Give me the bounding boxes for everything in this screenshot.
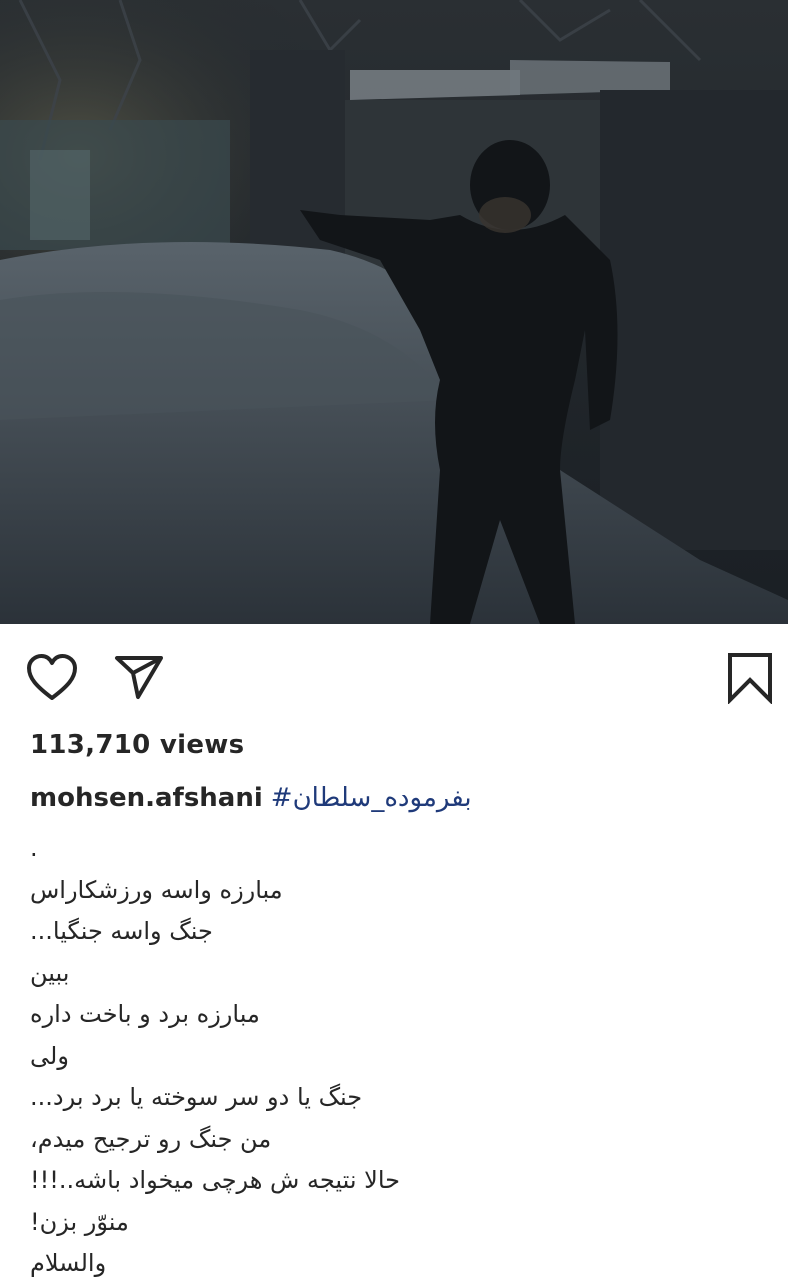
save-button[interactable] [726, 652, 774, 705]
post-video[interactable] [0, 0, 788, 624]
caption-body: . مبارزه واسه ورزشکاراس جنگ واسه جنگیا..… [30, 828, 770, 1285]
paper-plane-icon [115, 656, 163, 699]
bookmark-icon [728, 653, 772, 705]
heart-icon [27, 654, 77, 700]
caption-line: مبارزه برد و باخت داره [30, 1000, 260, 1028]
username-link[interactable]: mohsen.afshani [30, 783, 263, 813]
caption-line: مبارزه واسه ورزشکاراس [30, 875, 283, 904]
caption-line: ببین [30, 958, 70, 987]
hashtag-link[interactable]: #بفرموده_سلطان [271, 783, 472, 813]
caption-line: والسلام [30, 1249, 107, 1277]
views-count[interactable]: 113,710 views [30, 730, 244, 760]
caption-line: . [30, 834, 38, 862]
share-button[interactable] [114, 654, 164, 700]
caption-line: حالا نتیجه ش هرچی میخواد باشه..!!! [30, 1166, 400, 1194]
like-button[interactable] [26, 654, 78, 702]
video-frame [0, 0, 788, 624]
post-actions-bar [0, 624, 788, 724]
caption-header: mohsen.afshani #بفرموده_سلطان [30, 783, 472, 813]
caption-line: ولی [30, 1041, 69, 1070]
caption-line: من جنگ رو ترجیح میدم، [30, 1124, 272, 1153]
caption-line: جنگ یا دو سر سوخته یا برد برد... [30, 1083, 363, 1111]
caption-line: جنگ واسه جنگیا... [30, 917, 213, 945]
caption-line: منوّر بزن! [30, 1207, 129, 1236]
